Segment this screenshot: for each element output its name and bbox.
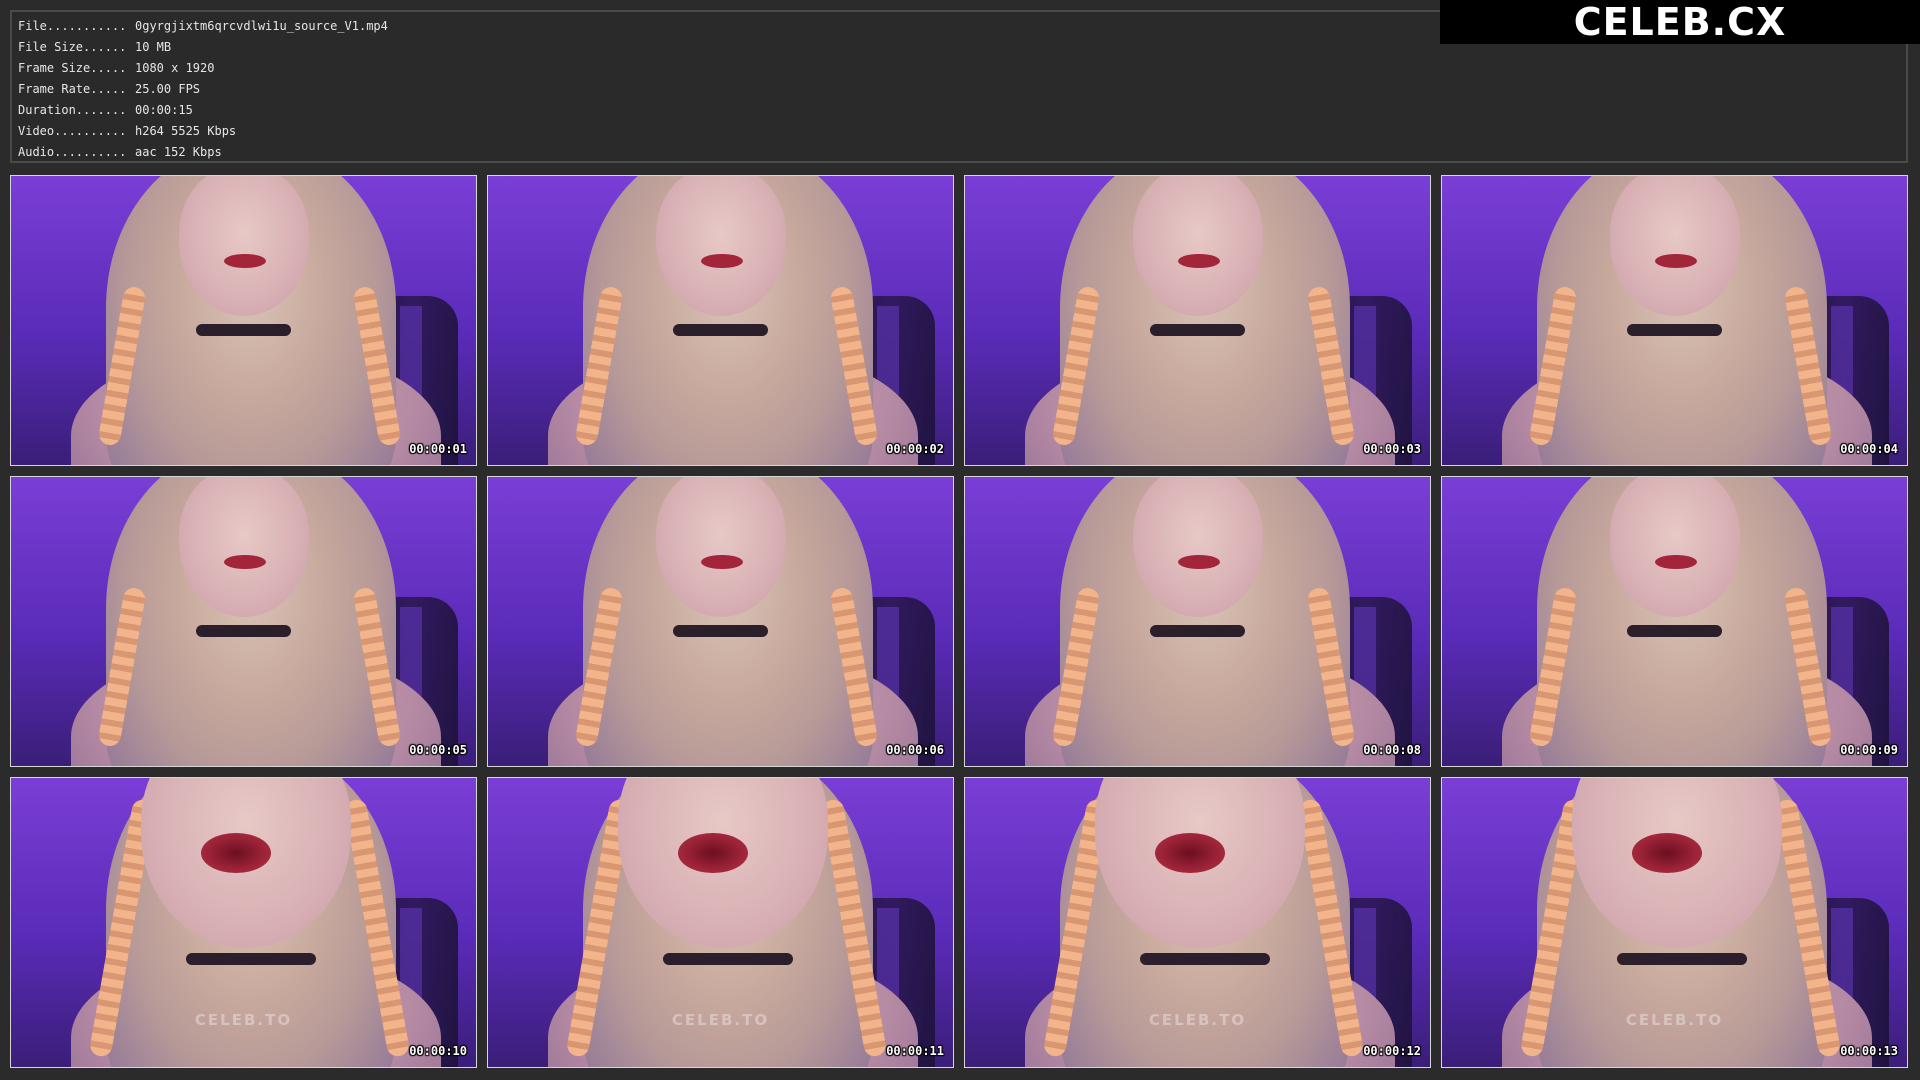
video-frame-image [488,176,953,465]
info-value: aac 152 Kbps [135,145,222,159]
info-key: File........... [18,19,127,33]
info-key: Frame Rate..... [18,82,127,96]
frame-timestamp: 00:00:06 [886,743,944,757]
video-frame-image [965,176,1430,465]
video-frame-image [11,477,476,766]
thumbnail[interactable]: 00:00:01 [10,175,477,466]
info-row-duration: Duration....... 00:00:15 [18,100,388,121]
watermark-text: CELEB.TO [671,1011,770,1029]
frame-timestamp: 00:00:05 [409,743,467,757]
video-frame-image [11,176,476,465]
info-row-file-size: File Size...... 10 MB [18,37,388,58]
thumbnail[interactable]: 00:00:04 [1441,175,1908,466]
thumbnail[interactable]: 00:00:03 [964,175,1431,466]
info-key: Frame Size..... [18,61,127,75]
info-value: 0gyrgjixtm6qrcvdlwi1u_source_V1.mp4 [135,19,388,33]
video-frame-image [965,477,1430,766]
info-row-video: Video.......... h264 5525 Kbps [18,121,388,142]
thumbnail[interactable]: 00:00:02 [487,175,954,466]
frame-timestamp: 00:00:12 [1363,1044,1421,1058]
frame-timestamp: 00:00:01 [409,442,467,456]
info-value: 25.00 FPS [135,82,201,96]
thumbnail[interactable]: 00:00:06 [487,476,954,767]
info-value: 1080 x 1920 [135,61,215,75]
video-frame-image [1442,477,1907,766]
thumbnail[interactable]: CELEB.TO 00:00:10 [10,777,477,1068]
thumbnail[interactable]: CELEB.TO 00:00:12 [964,777,1431,1068]
frame-timestamp: 00:00:10 [409,1044,467,1058]
site-logo: CELEB.CX [1440,0,1920,44]
info-row-frame-size: Frame Size..... 1080 x 1920 [18,58,388,79]
media-info-rows: File........... 0gyrgjixtm6qrcvdlwi1u_sou… [18,16,388,163]
frame-timestamp: 00:00:08 [1363,743,1421,757]
info-key: Audio.......... [18,145,127,159]
info-key: File Size...... [18,40,127,54]
info-key: Duration....... [18,103,127,117]
thumbnail[interactable]: CELEB.TO 00:00:11 [487,777,954,1068]
watermark-text: CELEB.TO [1625,1011,1724,1029]
info-value: h264 5525 Kbps [135,124,237,138]
watermark-text: CELEB.TO [1148,1011,1247,1029]
info-value: 10 MB [135,40,172,54]
thumbnail[interactable]: CELEB.TO 00:00:13 [1441,777,1908,1068]
info-row-audio: Audio.......... aac 152 Kbps [18,142,388,163]
info-row-frame-rate: Frame Rate..... 25.00 FPS [18,79,388,100]
watermark-text: CELEB.TO [194,1011,293,1029]
thumbnail[interactable]: 00:00:08 [964,476,1431,767]
frame-timestamp: 00:00:02 [886,442,944,456]
info-row-file: File........... 0gyrgjixtm6qrcvdlwi1u_sou… [18,16,388,37]
thumbnail[interactable]: 00:00:09 [1441,476,1908,767]
video-frame-image [488,477,953,766]
info-key: Video.......... [18,124,127,138]
frame-timestamp: 00:00:11 [886,1044,944,1058]
info-value: 00:00:15 [135,103,193,117]
site-logo-text: CELEB.CX [1573,0,1787,44]
frame-timestamp: 00:00:09 [1840,743,1898,757]
thumbnail[interactable]: 00:00:05 [10,476,477,767]
frame-timestamp: 00:00:13 [1840,1044,1898,1058]
frame-timestamp: 00:00:04 [1840,442,1898,456]
video-frame-image [1442,176,1907,465]
frame-timestamp: 00:00:03 [1363,442,1421,456]
